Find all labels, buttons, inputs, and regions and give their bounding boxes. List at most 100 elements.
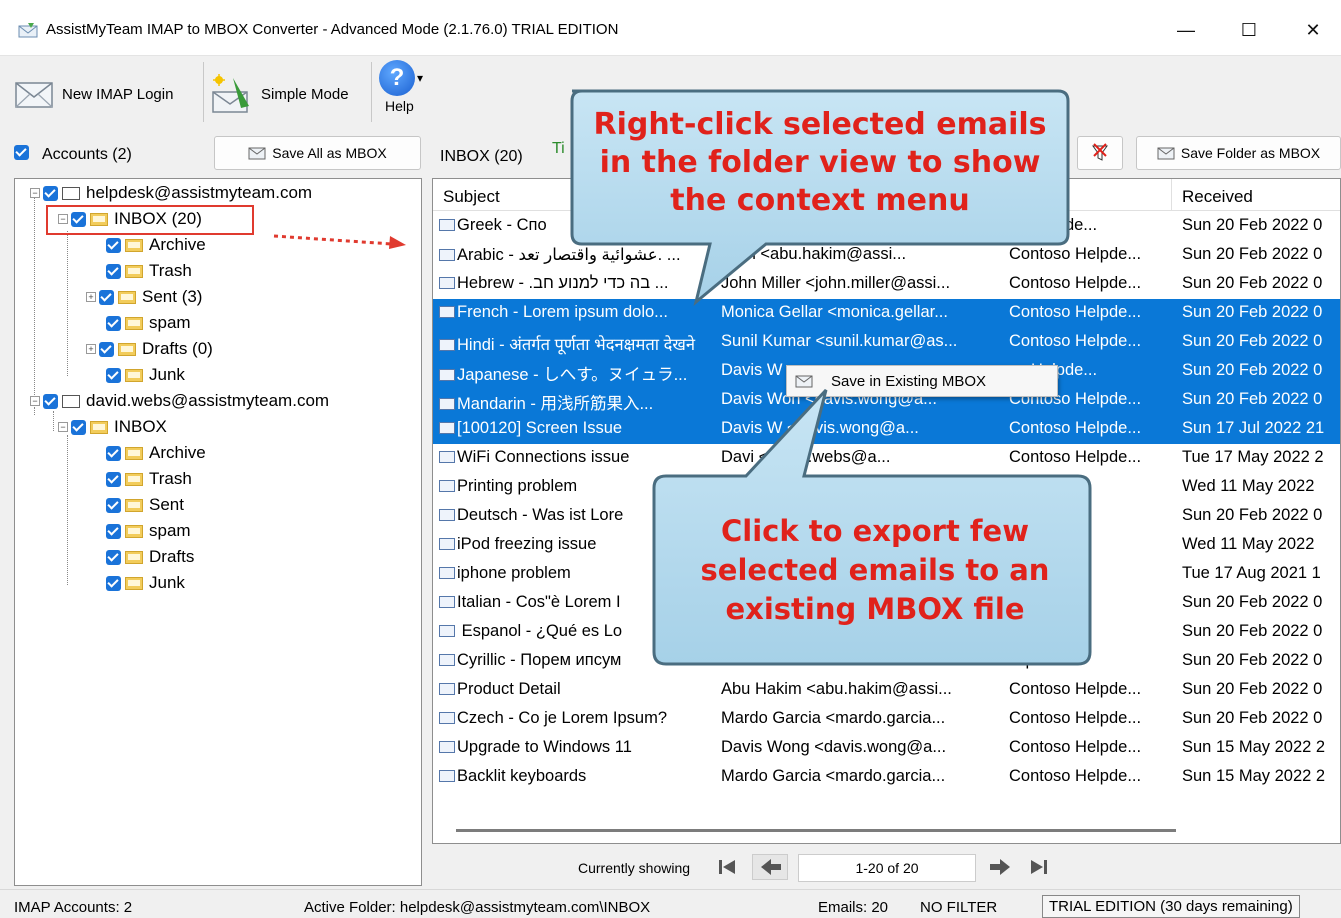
tree-folder[interactable]: Drafts <box>106 545 194 569</box>
tree-folder[interactable]: Junk <box>106 571 185 595</box>
title-bar: AssistMyTeam IMAP to MBOX Converter - Ad… <box>0 0 1341 56</box>
tree-checkbox[interactable] <box>106 367 121 383</box>
expand-icon[interactable]: + <box>86 292 96 302</box>
accounts-label: Accounts (2) <box>42 146 132 163</box>
tree-checkbox[interactable] <box>106 237 121 253</box>
column-subject[interactable]: Subject <box>443 187 500 207</box>
simple-mode-label: Simple Mode <box>261 85 349 103</box>
cell-received-text: Wed 11 May 2022 <box>1182 535 1315 553</box>
accounts-checkbox[interactable] <box>14 145 29 160</box>
mbox-icon <box>1157 147 1175 159</box>
email-icon <box>439 595 455 608</box>
email-row[interactable]: Czech - Co je Lorem Ipsum? Mardo Garcia <… <box>433 705 1340 734</box>
tree-checkbox[interactable] <box>71 211 86 227</box>
tree-folder[interactable]: Sent <box>106 493 184 517</box>
email-icon <box>439 711 455 724</box>
tree-checkbox[interactable] <box>106 263 121 279</box>
minimize-button[interactable]: — <box>1163 12 1209 48</box>
tree-checkbox[interactable] <box>106 497 121 513</box>
tree-label: Junk <box>149 365 185 384</box>
tree-folder[interactable]: spam <box>106 519 191 543</box>
last-page-icon[interactable] <box>1024 854 1052 880</box>
cell-received: Sun 20 Feb 2022 0 <box>1182 506 1340 525</box>
close-button[interactable]: ✕ <box>1290 12 1336 48</box>
tree-checkbox[interactable] <box>43 185 58 201</box>
cell-from-text: Abu Hakim <abu.hakim@assi... <box>721 680 952 698</box>
save-all-as-mbox-button[interactable]: Save All as MBOX <box>214 136 421 170</box>
tree-folder[interactable]: spam <box>106 311 191 335</box>
tree-folder[interactable]: − INBOX (20) <box>58 207 202 231</box>
cell-received: Wed 11 May 2022 <box>1182 535 1340 554</box>
new-imap-login-button[interactable]: New IMAP Login <box>14 62 173 126</box>
help-dropdown-icon[interactable]: ▾ <box>417 71 423 85</box>
email-row[interactable]: Upgrade to Windows 11 Davis Wong <davis.w… <box>433 734 1340 763</box>
cell-subject-text: Upgrade to Windows 11 <box>457 738 632 756</box>
tree-checkbox[interactable] <box>106 315 121 331</box>
collapse-icon[interactable]: − <box>58 422 68 432</box>
tree-checkbox[interactable] <box>106 575 121 591</box>
horizontal-scrollbar[interactable] <box>456 829 1176 832</box>
tree-folder[interactable]: + Sent (3) <box>86 285 202 309</box>
cell-subject-text: Espanol - ¿Qué es Lo <box>457 622 623 640</box>
cell-subject-text: Cyrillic - Порем ипсум <box>457 651 622 669</box>
cell-subject-text: Product Detail <box>457 680 561 698</box>
email-row[interactable]: Backlit keyboards Mardo Garcia <mardo.gar… <box>433 763 1340 792</box>
prev-page-icon[interactable] <box>752 854 788 880</box>
tree-folder[interactable]: Trash <box>106 467 192 491</box>
tree-folder[interactable]: Archive <box>106 441 206 465</box>
tree-checkbox[interactable] <box>106 523 121 539</box>
tree-checkbox[interactable] <box>106 549 121 565</box>
tree-checkbox[interactable] <box>106 471 121 487</box>
page-range-field[interactable]: 1-20 of 20 <box>798 854 976 882</box>
cell-subject-text: Printing problem <box>457 477 578 495</box>
cell-received: Sun 17 Jul 2022 21 <box>1182 419 1340 438</box>
filter-button[interactable] <box>1077 136 1123 170</box>
cell-from: Mardo Garcia <mardo.garcia... <box>721 709 1001 728</box>
tree-checkbox[interactable] <box>43 393 58 409</box>
tree-checkbox[interactable] <box>99 289 114 305</box>
cell-received-text: Sun 20 Feb 2022 0 <box>1182 506 1323 524</box>
expand-icon[interactable]: + <box>86 344 96 354</box>
folder-icon <box>125 238 143 252</box>
email-icon <box>439 682 455 695</box>
folder-title: INBOX (20) <box>440 148 523 165</box>
tree-checkbox[interactable] <box>71 419 86 435</box>
collapse-icon[interactable]: − <box>58 214 68 224</box>
email-row[interactable]: Product Detail Abu Hakim <abu.hakim@assi.… <box>433 676 1340 705</box>
cell-from-text: Mardo Garcia <mardo.garcia... <box>721 767 946 785</box>
collapse-icon[interactable]: − <box>30 188 40 198</box>
tree-folder[interactable]: Archive <box>106 233 206 257</box>
email-icon <box>439 368 455 381</box>
cell-to-text: Contoso Helpde... <box>1009 738 1142 756</box>
cell-subject-text: Backlit keyboards <box>457 767 587 785</box>
tree-checkbox[interactable] <box>106 445 121 461</box>
tree-folder[interactable]: Junk <box>106 363 185 387</box>
maximize-button[interactable]: ☐ <box>1226 12 1272 48</box>
folder-tree <box>14 178 422 886</box>
column-separator[interactable] <box>1171 179 1172 211</box>
mbox-icon <box>248 147 266 159</box>
save-folder-as-mbox-button[interactable]: Save Folder as MBOX <box>1136 136 1341 170</box>
cell-to-text: Contoso Helpde... <box>1009 709 1142 727</box>
tree-folder[interactable]: Trash <box>106 259 192 283</box>
first-page-icon[interactable] <box>714 854 742 880</box>
tree-folder[interactable]: − INBOX <box>58 415 167 439</box>
column-received[interactable]: Received <box>1182 187 1253 207</box>
tree-label: Sent (3) <box>142 287 203 306</box>
collapse-icon[interactable]: − <box>30 396 40 406</box>
status-accounts: IMAP Accounts: 2 <box>14 899 133 916</box>
next-page-icon[interactable] <box>984 854 1016 880</box>
cell-received-text: Sun 20 Feb 2022 0 <box>1182 622 1323 640</box>
tree-label: Junk <box>149 573 185 592</box>
help-button[interactable]: ? ▾ Help <box>379 60 423 124</box>
folder-icon <box>118 290 136 304</box>
simple-mode-button[interactable]: Simple Mode <box>209 62 349 126</box>
tree-folder[interactable]: + Drafts (0) <box>86 337 213 361</box>
tree-label: Trash <box>149 261 192 280</box>
email-row[interactable]: Hindi - अंतर्गत पूर्णता भेदनक्षमता देखने… <box>433 328 1340 357</box>
tree-account[interactable]: − helpdesk@assistmyteam.com <box>30 181 312 205</box>
tree-label: Archive <box>149 443 206 462</box>
cell-received-text: Sun 20 Feb 2022 0 <box>1182 361 1323 379</box>
tree-checkbox[interactable] <box>99 341 114 357</box>
tree-account[interactable]: − david.webs@assistmyteam.com <box>30 389 329 413</box>
